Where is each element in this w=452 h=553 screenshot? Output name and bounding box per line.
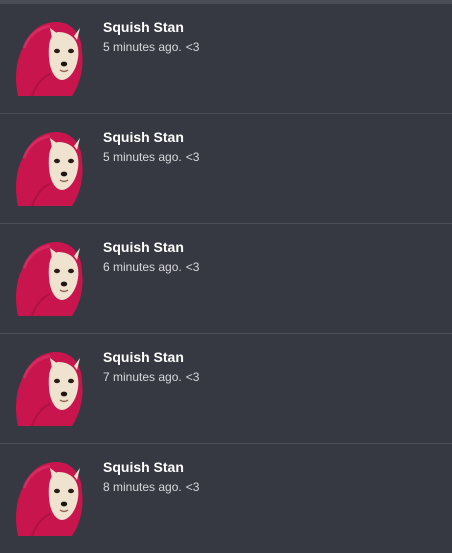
avatar[interactable] <box>14 18 84 98</box>
timestamp-line: 6 minutes ago. <3 <box>103 259 199 275</box>
timestamp: 5 minutes ago. <box>103 150 182 164</box>
heart-emoticon: <3 <box>185 150 200 164</box>
chihuahua-avatar-icon <box>16 22 83 97</box>
timestamp: 6 minutes ago. <box>103 260 182 274</box>
notification-feed: Squish Stan 5 minutes ago. <3 Squish Stan… <box>0 4 452 553</box>
heart-emoticon: <3 <box>185 370 200 384</box>
avatar[interactable] <box>14 238 84 318</box>
feed-item[interactable]: Squish Stan 7 minutes ago. <3 <box>0 334 452 444</box>
feed-item[interactable]: Squish Stan 5 minutes ago. <3 <box>0 114 452 224</box>
chihuahua-avatar-icon <box>16 132 83 207</box>
timestamp-line: 5 minutes ago. <3 <box>103 39 199 55</box>
feed-item[interactable]: Squish Stan 6 minutes ago. <3 <box>0 224 452 334</box>
timestamp-line: 8 minutes ago. <3 <box>103 479 199 495</box>
user-name[interactable]: Squish Stan <box>103 458 184 476</box>
user-name[interactable]: Squish Stan <box>103 18 184 36</box>
chihuahua-avatar-icon <box>16 352 83 427</box>
heart-emoticon: <3 <box>185 480 200 494</box>
feed-item[interactable]: Squish Stan 8 minutes ago. <3 <box>0 444 452 553</box>
avatar[interactable] <box>14 128 84 208</box>
timestamp: 8 minutes ago. <box>103 480 182 494</box>
chihuahua-avatar-icon <box>16 462 83 537</box>
heart-emoticon: <3 <box>185 40 200 54</box>
timestamp: 7 minutes ago. <box>103 370 182 384</box>
chihuahua-avatar-icon <box>16 242 83 317</box>
timestamp-line: 5 minutes ago. <3 <box>103 149 199 165</box>
avatar[interactable] <box>14 348 84 428</box>
heart-emoticon: <3 <box>185 260 200 274</box>
avatar[interactable] <box>14 458 84 538</box>
timestamp-line: 7 minutes ago. <3 <box>103 369 199 385</box>
user-name[interactable]: Squish Stan <box>103 238 184 256</box>
feed-item[interactable]: Squish Stan 5 minutes ago. <3 <box>0 4 452 114</box>
user-name[interactable]: Squish Stan <box>103 128 184 146</box>
user-name[interactable]: Squish Stan <box>103 348 184 366</box>
timestamp: 5 minutes ago. <box>103 40 182 54</box>
